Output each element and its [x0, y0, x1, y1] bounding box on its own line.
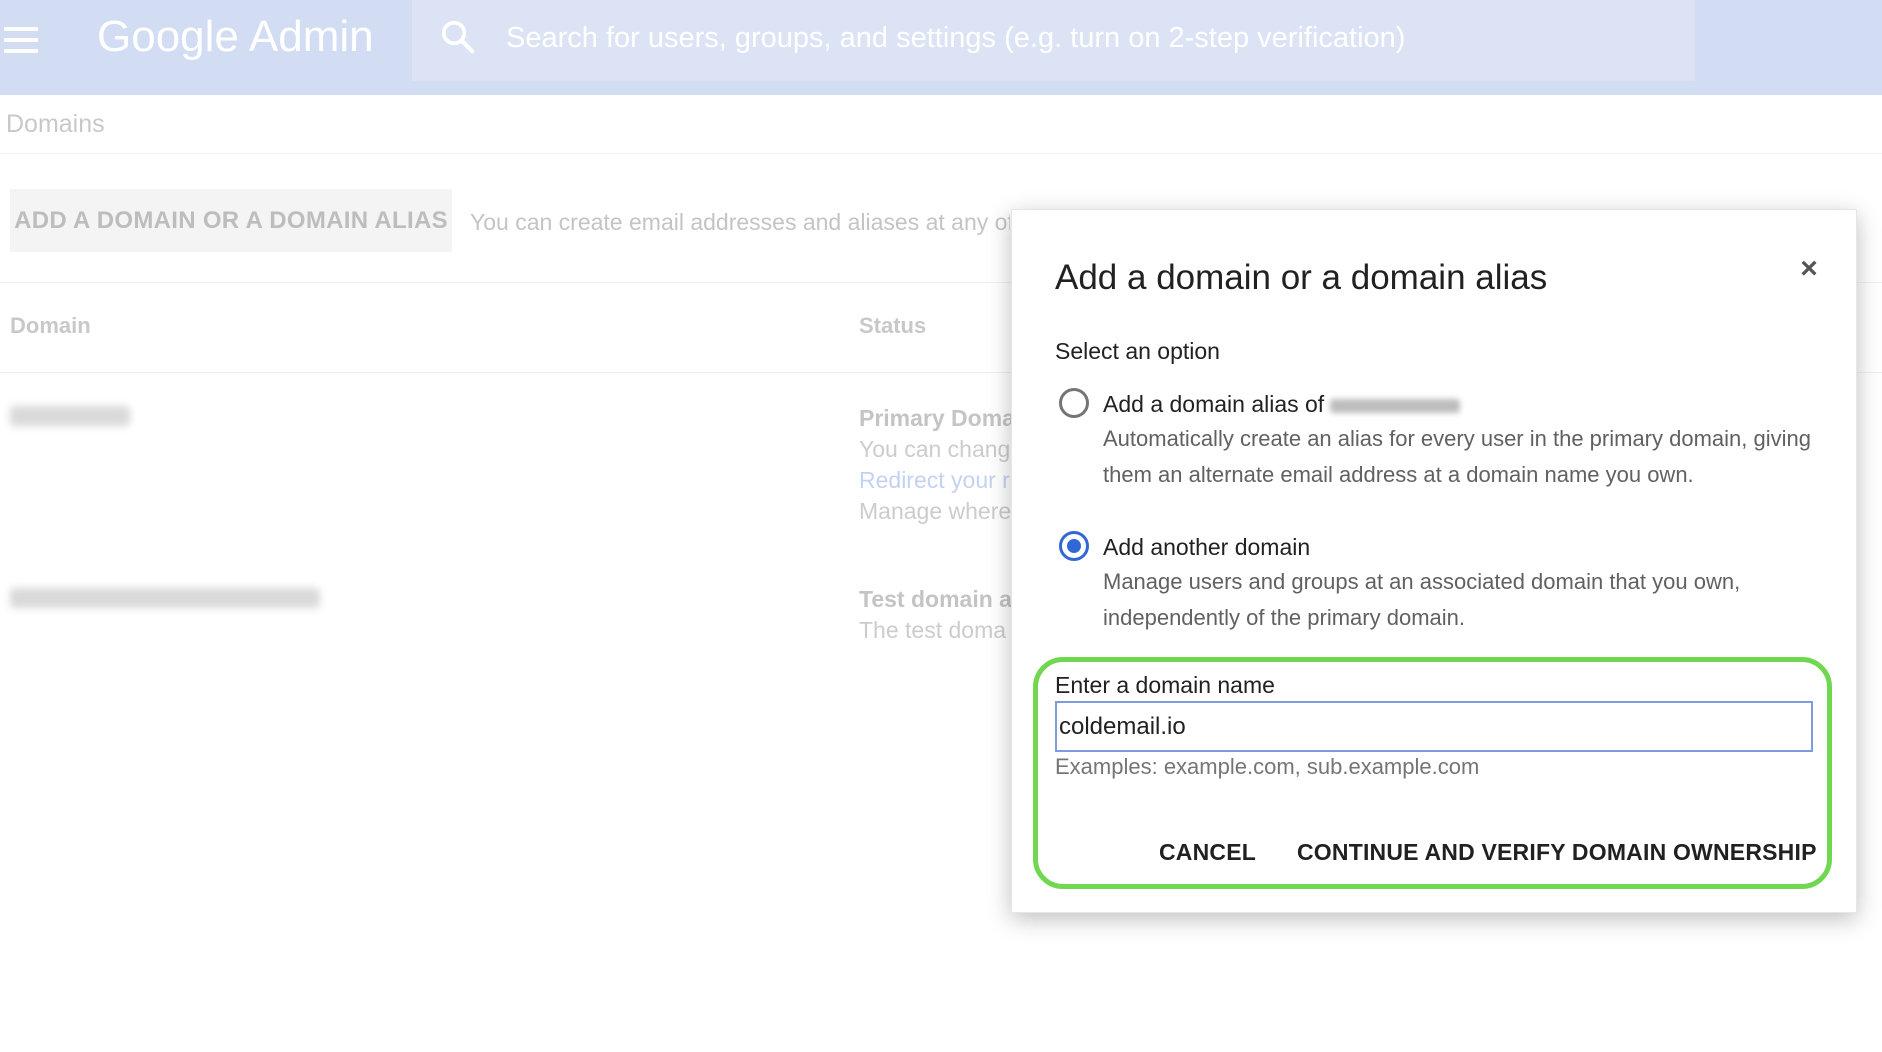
info-text: You can create email addresses and alias…: [470, 209, 1010, 235]
dialog-title: Add a domain or a domain alias: [1055, 258, 1548, 297]
logo-google-text: Google: [97, 12, 239, 61]
domain-name-label: Enter a domain name: [1055, 672, 1275, 698]
menu-icon[interactable]: [4, 27, 38, 53]
search-icon: [441, 20, 475, 54]
status-text: The test doma: [859, 617, 1007, 643]
continue-verify-button[interactable]: CONTINUE AND VERIFY DOMAIN OWNERSHIP: [1297, 839, 1817, 866]
redacted-domain-name: [10, 588, 320, 608]
select-option-label: Select an option: [1055, 338, 1220, 364]
status-title: Primary Domai: [859, 405, 1014, 431]
redacted-primary-domain: [1330, 398, 1461, 413]
redacted-domain-name: [10, 406, 130, 426]
option-title-alias[interactable]: Add a domain alias of: [1103, 391, 1461, 418]
table-row-status: Test domain al The test doma: [859, 584, 1014, 646]
cancel-button[interactable]: CANCEL: [1159, 839, 1256, 866]
add-domain-button[interactable]: ADD A DOMAIN OR A DOMAIN ALIAS: [10, 189, 452, 252]
column-header-domain[interactable]: Domain: [10, 313, 91, 339]
search-box[interactable]: Search for users, groups, and settings (…: [412, 0, 1695, 81]
option-description-another-domain: Manage users and groups at an associated…: [1103, 569, 1741, 630]
search-input[interactable]: Search for users, groups, and settings (…: [506, 22, 1405, 55]
option-title-another-domain[interactable]: Add another domain: [1103, 534, 1310, 561]
radio-domain-alias[interactable]: [1059, 388, 1089, 418]
domain-name-input[interactable]: [1055, 701, 1813, 752]
radio-another-domain[interactable]: [1059, 531, 1089, 561]
option-title-alias-text: Add a domain alias of: [1103, 391, 1325, 417]
divider: [0, 153, 1882, 154]
option-description-alias: Automatically create an alias for every …: [1103, 426, 1811, 487]
add-domain-dialog: Add a domain or a domain alias × Select …: [1011, 209, 1857, 913]
google-admin-logo[interactable]: Google Admin: [97, 12, 374, 62]
column-header-status[interactable]: Status: [859, 313, 926, 339]
breadcrumb[interactable]: Domains: [6, 110, 105, 139]
status-title: Test domain al: [859, 586, 1014, 612]
top-bar: Google Admin Search for users, groups, an…: [0, 0, 1882, 95]
status-text: You can chang: [859, 436, 1011, 462]
table-row-status: Primary Domai You can chang Redirect you…: [859, 403, 1014, 527]
domain-examples-hint: Examples: example.com, sub.example.com: [1055, 754, 1480, 779]
status-text: Manage where: [859, 498, 1012, 524]
redirect-link[interactable]: Redirect your r: [859, 465, 1014, 496]
logo-admin-text: Admin: [248, 12, 374, 61]
close-icon[interactable]: ×: [1794, 254, 1824, 284]
